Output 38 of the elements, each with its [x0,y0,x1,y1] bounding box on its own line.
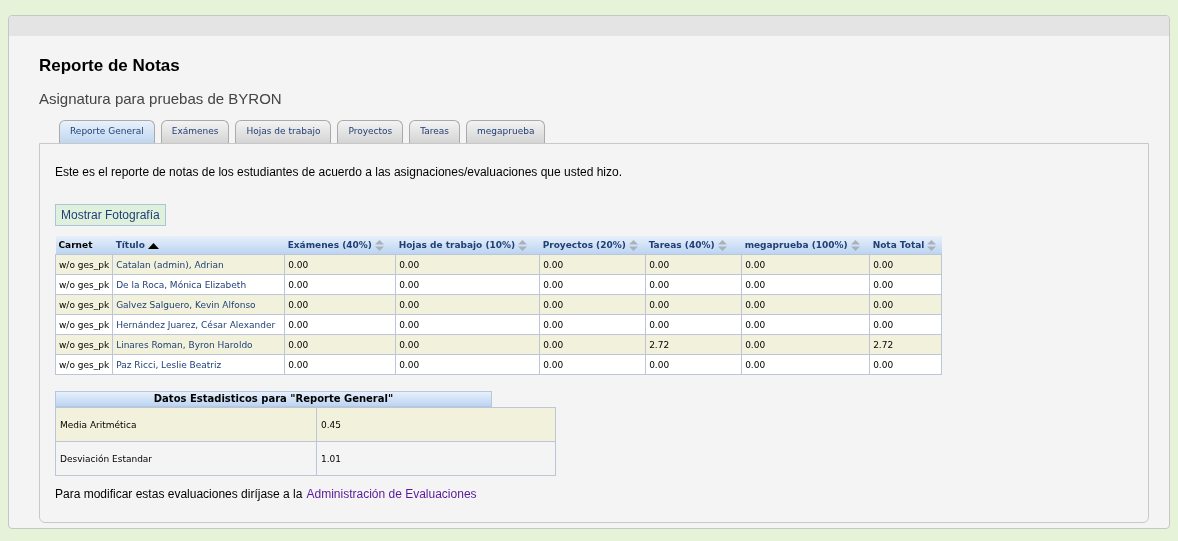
sort-icon[interactable] [628,239,638,251]
stats-header: Datos Estadisticos para "Reporte General" [55,391,492,407]
show-photo-button[interactable]: Mostrar Fotografía [55,204,166,226]
tab[interactable]: Hojas de trabajo [235,120,332,143]
sort-icon[interactable] [518,239,528,251]
sort-icon[interactable] [717,239,727,251]
table-cell: w/o ges_pk [55,314,113,335]
table-cell: w/o ges_pk [55,334,113,355]
intro-text: Este es el reporte de notas de los estudiantes de acuerdo a las asignaciones/evaluaciones que usted hizo. [55,164,624,180]
sort-ascending-icon[interactable] [147,242,159,249]
table-cell: 0.00 [539,254,646,275]
page-title: Reporte de Notas [39,56,181,76]
tab[interactable]: Exámenes [160,120,230,143]
table-cell: 0.45 [316,407,556,442]
footer-text: Para modificar estas evaluaciones diríjase a la [55,487,303,501]
table-cell: 0.00 [284,254,396,275]
tab[interactable]: Tareas [409,120,460,143]
sort-icon[interactable] [850,239,860,251]
table-cell: w/o ges_pk [55,254,113,275]
tab[interactable]: Proyectos [337,120,404,143]
table-cell: 0.00 [645,254,742,275]
table-cell: 0.00 [395,254,540,275]
table-cell: w/o ges_pk [55,274,113,295]
table-cell: 0.00 [869,254,942,275]
tab[interactable]: Reporte General [59,120,155,143]
tab[interactable]: megaprueba [466,120,546,143]
sort-icon[interactable] [374,239,384,251]
table-cell: w/o ges_pk [55,294,113,315]
table-cell: Media Aritmética [55,407,317,442]
table-cell: 0.00 [741,254,870,275]
page-subtitle: Asignatura para pruebas de BYRON [39,90,283,108]
column-header[interactable]: Título [115,240,145,250]
evaluations-link[interactable]: Administración de Evaluaciones [306,487,477,501]
table-cell: w/o ges_pk [55,354,113,375]
sort-icon[interactable] [927,239,937,251]
table-cell: Desviación Estandar [55,441,317,476]
table-cell: 1.01 [316,441,556,476]
student-name[interactable]: Catalan (admin), Adrian [112,254,285,275]
